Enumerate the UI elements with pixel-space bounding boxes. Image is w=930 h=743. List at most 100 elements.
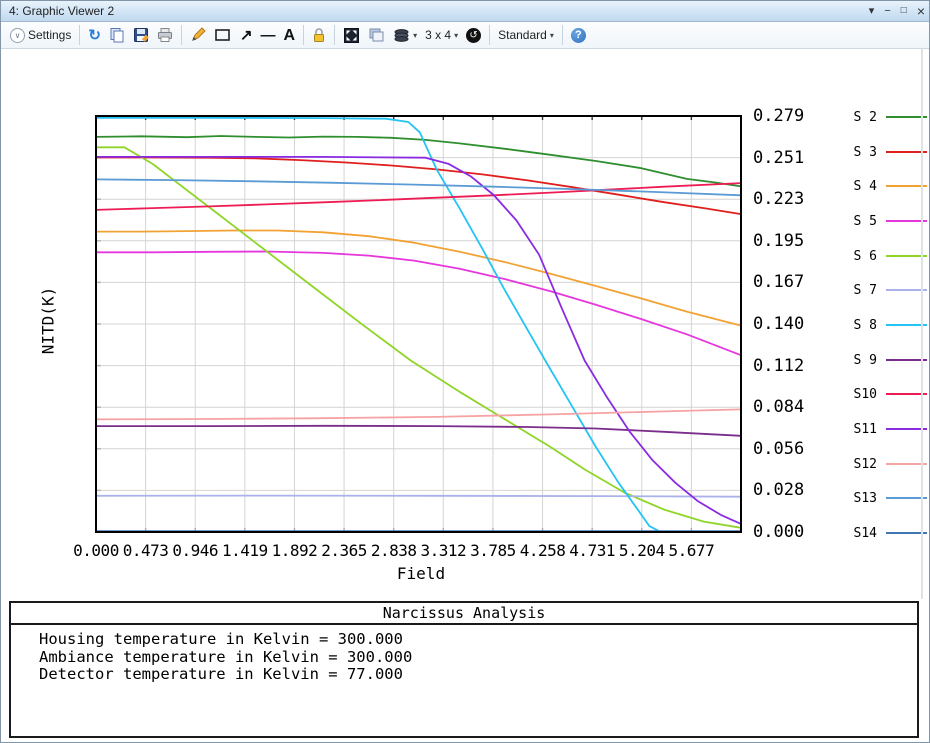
x-axis-title: Field xyxy=(271,564,571,583)
series-line-s12 xyxy=(96,409,741,419)
legend-item-s13: S13 xyxy=(837,491,929,505)
y-axis-title: NITD(K) xyxy=(39,261,58,381)
separator xyxy=(489,25,490,45)
reset-view-button[interactable]: ↺ xyxy=(462,25,485,45)
x-tick-label: 5.204 xyxy=(617,541,667,560)
y-tick-label: 0.251 xyxy=(753,148,811,168)
legend-label: S 5 xyxy=(837,214,877,229)
legend-label: S10 xyxy=(837,387,877,402)
text-icon: A xyxy=(284,28,296,43)
series-line-s5 xyxy=(96,252,741,356)
legend-label: S13 xyxy=(837,491,877,506)
legend-item-s8: S 8 xyxy=(837,318,929,332)
line-tool-button[interactable]: — xyxy=(257,25,280,45)
text-tool-button[interactable]: A xyxy=(280,25,300,45)
close-button[interactable]: × xyxy=(917,1,925,21)
series-line-s10 xyxy=(96,183,741,210)
legend-label: S 2 xyxy=(837,110,877,125)
x-tick-label: 5.677 xyxy=(666,541,716,560)
legend-label: S11 xyxy=(837,422,877,437)
graphic-viewer-window: 4: Graphic Viewer 2 ▾ − □ × ∨ Settings ↻ xyxy=(0,0,930,743)
y-tick-label: 0.140 xyxy=(753,314,811,334)
x-tick-label: 2.838 xyxy=(369,541,419,560)
separator xyxy=(334,25,335,45)
x-tick-label: 3.785 xyxy=(468,541,518,560)
x-tick-label: 4.731 xyxy=(567,541,617,560)
panel-text-line: Detector temperature in Kelvin = 77.000 xyxy=(39,666,917,684)
pencil-icon xyxy=(190,27,206,43)
rectangle-tool-button[interactable] xyxy=(210,25,236,45)
x-tick-label: 0.473 xyxy=(121,541,171,560)
y-tick-label: 0.223 xyxy=(753,189,811,209)
grid-layout-label: 3 x 4 xyxy=(425,28,451,42)
panel-title: Narcissus Analysis xyxy=(11,603,917,625)
panel-text-line: Ambiance temperature in Kelvin = 300.000 xyxy=(39,649,917,667)
legend-label: S14 xyxy=(837,526,877,541)
series-line-s2 xyxy=(96,136,741,186)
minimize-button[interactable]: − xyxy=(884,1,890,21)
y-tick-label: 0.279 xyxy=(753,106,811,126)
legend-item-s3: S 3 xyxy=(837,145,929,159)
reset-rotate-icon: ↺ xyxy=(466,28,481,43)
legend-item-s12: S12 xyxy=(837,457,929,471)
x-tick-label: 0.946 xyxy=(170,541,220,560)
copy-icon xyxy=(109,27,125,43)
fit-window-button[interactable] xyxy=(339,25,364,45)
window-menu-icon[interactable]: ▾ xyxy=(869,1,875,21)
arrow-tool-button[interactable]: ↗ xyxy=(236,25,257,45)
series-line-s6 xyxy=(96,147,741,528)
x-tick-label: 3.312 xyxy=(418,541,468,560)
series-line-s7 xyxy=(96,496,741,497)
x-tick-label: 2.365 xyxy=(319,541,369,560)
save-button[interactable] xyxy=(129,25,153,45)
legend-label: S12 xyxy=(837,457,877,472)
rectangle-icon xyxy=(214,27,232,43)
x-tick-label: 0.000 xyxy=(71,541,121,560)
toolbar: ∨ Settings ↻ xyxy=(1,22,929,49)
pencil-tool-button[interactable] xyxy=(186,25,210,45)
chevron-down-icon: ▾ xyxy=(413,31,417,40)
legend-item-s14: S14 xyxy=(837,526,929,540)
help-icon: ? xyxy=(571,28,586,43)
grid-layout-dropdown[interactable]: 3 x 4 ▾ xyxy=(421,25,462,45)
maximize-button[interactable]: □ xyxy=(901,1,907,21)
stack-icon xyxy=(393,28,410,43)
print-icon xyxy=(157,27,173,43)
print-button[interactable] xyxy=(153,25,177,45)
y-tick-label: 0.195 xyxy=(753,231,811,251)
legend-item-s2: S 2 xyxy=(837,110,929,124)
x-tick-label: 1.892 xyxy=(269,541,319,560)
refresh-icon: ↻ xyxy=(88,28,101,43)
preset-dropdown[interactable]: Standard ▾ xyxy=(494,25,558,45)
save-icon xyxy=(133,27,149,43)
series-line-s3 xyxy=(96,158,741,215)
y-tick-label: 0.000 xyxy=(753,522,811,542)
chart-area: NITD(K) Field 0.279 0.251 0.223 0.195 0.167 0… xyxy=(1,49,930,599)
x-tick-label: 4.258 xyxy=(518,541,568,560)
arrow-icon: ↗ xyxy=(240,28,253,43)
lock-icon xyxy=(312,27,326,43)
help-button[interactable]: ? xyxy=(567,25,590,45)
lock-button[interactable] xyxy=(308,25,330,45)
settings-chevron-icon: ∨ xyxy=(10,28,25,43)
legend-label: S 9 xyxy=(837,353,877,368)
cascade-windows-icon xyxy=(368,27,385,43)
y-tick-label: 0.028 xyxy=(753,480,811,500)
series-line-s4 xyxy=(96,231,741,326)
chevron-down-icon: ▾ xyxy=(454,31,458,40)
cascade-windows-button[interactable] xyxy=(364,25,389,45)
y-tick-label: 0.084 xyxy=(753,397,811,417)
y-tick-label: 0.056 xyxy=(753,439,811,459)
layout-stack-button[interactable]: ▾ xyxy=(389,25,421,45)
separator xyxy=(562,25,563,45)
legend-item-s4: S 4 xyxy=(837,179,929,193)
series-line-s11 xyxy=(96,157,741,524)
content-edge-divider xyxy=(921,49,923,599)
legend-item-s5: S 5 xyxy=(837,214,929,228)
refresh-button[interactable]: ↻ xyxy=(84,25,105,45)
settings-button[interactable]: ∨ Settings xyxy=(6,25,75,45)
y-tick-label: 0.167 xyxy=(753,272,811,292)
fit-window-icon xyxy=(343,27,360,44)
preset-label: Standard xyxy=(498,28,547,42)
copy-button[interactable] xyxy=(105,25,129,45)
